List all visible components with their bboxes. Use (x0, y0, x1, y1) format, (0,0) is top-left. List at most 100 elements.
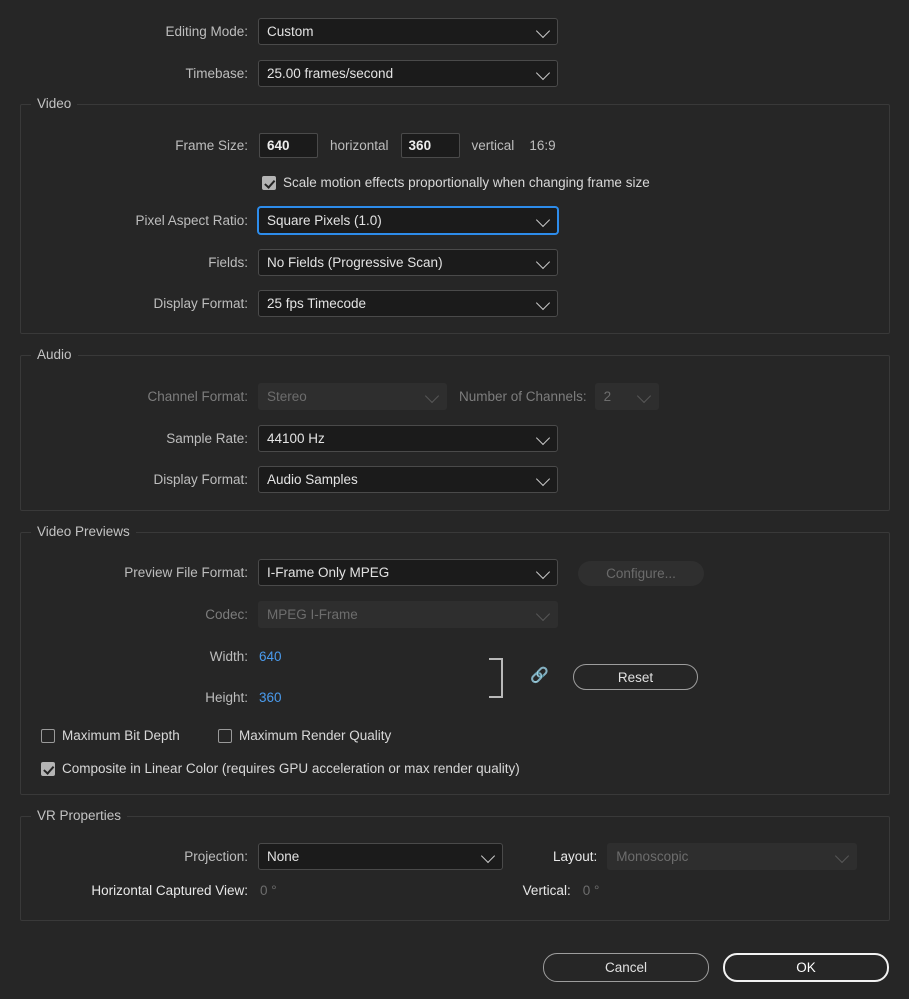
frame-size-horizontal-input[interactable]: 640 (259, 133, 318, 158)
preview-width-label: Width: (0, 649, 248, 664)
cancel-button[interactable]: Cancel (543, 953, 709, 982)
chevron-down-icon (536, 430, 550, 444)
channel-format-value: Stereo (267, 389, 307, 404)
chevron-down-icon (536, 212, 550, 226)
audio-display-format-value: Audio Samples (267, 472, 358, 487)
sample-rate-value: 44100 Hz (267, 431, 325, 446)
layout-value: Monoscopic (616, 849, 688, 864)
chevron-down-icon (536, 295, 550, 309)
chevron-down-icon (536, 23, 550, 37)
vertical-value: 0 ° (583, 883, 600, 898)
audio-display-format-select[interactable]: Audio Samples (258, 466, 558, 493)
chevron-down-icon (835, 848, 849, 862)
pixel-aspect-ratio-value: Square Pixels (1.0) (267, 213, 382, 228)
maximum-bit-depth-checkbox[interactable] (41, 729, 55, 743)
preview-width-row: Width: 640 (0, 649, 282, 664)
timebase-row: Timebase: 25.00 frames/second (0, 60, 565, 87)
preview-file-format-select[interactable]: I-Frame Only MPEG (258, 559, 558, 586)
number-of-channels-value: 2 (604, 389, 612, 404)
preview-width-value[interactable]: 640 (259, 649, 282, 664)
constrain-bracket-icon (489, 658, 503, 698)
scale-motion-effects-checkbox[interactable] (262, 176, 276, 190)
chevron-down-icon (536, 254, 550, 268)
video-display-format-value: 25 fps Timecode (267, 296, 366, 311)
preview-file-format-value: I-Frame Only MPEG (267, 565, 389, 580)
video-display-format-select[interactable]: 25 fps Timecode (258, 290, 558, 317)
chevron-down-icon (536, 564, 550, 578)
editing-mode-value: Custom (267, 24, 314, 39)
chevron-down-icon (425, 388, 439, 402)
video-display-format-row: Display Format: 25 fps Timecode (0, 290, 558, 317)
fields-select[interactable]: No Fields (Progressive Scan) (258, 249, 558, 276)
pixel-aspect-ratio-label: Pixel Aspect Ratio: (0, 213, 248, 228)
timebase-value: 25.00 frames/second (267, 66, 393, 81)
chain-link-icon[interactable]: 🔗 (530, 668, 549, 683)
timebase-select[interactable]: 25.00 frames/second (258, 60, 558, 87)
horizontal-captured-view-row: Horizontal Captured View: 0 ° Vertical: … (0, 883, 599, 898)
layout-select: Monoscopic (607, 843, 857, 870)
horizontal-captured-view-label: Horizontal Captured View: (0, 883, 248, 898)
scale-motion-effects-checkbox-row[interactable]: Scale motion effects proportionally when… (262, 175, 650, 190)
channel-format-select: Stereo (258, 383, 447, 410)
preview-height-row: Height: 360 (0, 690, 282, 705)
scale-motion-effects-label: Scale motion effects proportionally when… (283, 175, 650, 190)
configure-button: Configure... (578, 561, 704, 586)
chevron-down-icon (536, 606, 550, 620)
sample-rate-row: Sample Rate: 44100 Hz (0, 425, 558, 452)
vertical-label: Vertical: (523, 883, 571, 898)
sample-rate-label: Sample Rate: (0, 431, 248, 446)
fields-row: Fields: No Fields (Progressive Scan) (0, 249, 558, 276)
fields-label: Fields: (0, 255, 248, 270)
editing-mode-row: Editing Mode: Custom (0, 18, 565, 45)
chevron-down-icon (536, 471, 550, 485)
audio-display-format-row: Display Format: Audio Samples (0, 466, 558, 493)
chevron-down-icon (536, 65, 550, 79)
video-group-title: Video (31, 96, 77, 111)
preview-height-label: Height: (0, 690, 248, 705)
composite-linear-color-label: Composite in Linear Color (requires GPU … (62, 761, 520, 776)
sample-rate-select[interactable]: 44100 Hz (258, 425, 558, 452)
frame-size-aspect-ratio: 16:9 (529, 138, 555, 153)
fields-value: No Fields (Progressive Scan) (267, 255, 443, 270)
projection-value: None (267, 849, 299, 864)
number-of-channels-select: 2 (595, 383, 659, 410)
codec-label: Codec: (0, 607, 248, 622)
maximum-render-quality-checkbox[interactable] (218, 729, 232, 743)
audio-display-format-label: Display Format: (0, 472, 248, 487)
number-of-channels-label: Number of Channels: (459, 389, 587, 404)
frame-size-label: Frame Size: (0, 138, 248, 153)
layout-label: Layout: (553, 849, 597, 864)
chevron-down-icon (481, 848, 495, 862)
projection-label: Projection: (0, 849, 248, 864)
ok-button[interactable]: OK (723, 953, 889, 982)
pixel-aspect-ratio-select[interactable]: Square Pixels (1.0) (258, 207, 558, 234)
codec-select: MPEG I-Frame (258, 601, 558, 628)
maximum-bit-depth-checkbox-row[interactable]: Maximum Bit Depth (41, 728, 180, 743)
preview-file-format-label: Preview File Format: (0, 565, 248, 580)
timebase-label: Timebase: (0, 66, 248, 81)
channel-format-label: Channel Format: (0, 389, 248, 404)
preview-height-value[interactable]: 360 (259, 690, 282, 705)
video-previews-group-title: Video Previews (31, 524, 136, 539)
reset-button[interactable]: Reset (573, 664, 698, 690)
editing-mode-label: Editing Mode: (0, 24, 248, 39)
horizontal-captured-view-value: 0 ° (260, 883, 277, 898)
preview-file-format-row: Preview File Format: I-Frame Only MPEG (0, 559, 558, 586)
pixel-aspect-ratio-row: Pixel Aspect Ratio: Square Pixels (1.0) (0, 207, 558, 234)
codec-row: Codec: MPEG I-Frame (0, 601, 558, 628)
projection-select[interactable]: None (258, 843, 503, 870)
editing-mode-select[interactable]: Custom (258, 18, 558, 45)
audio-group-title: Audio (31, 347, 78, 362)
codec-value: MPEG I-Frame (267, 607, 358, 622)
projection-row: Projection: None Layout: Monoscopic (0, 843, 857, 870)
frame-size-row: Frame Size: 640 horizontal 360 vertical … (0, 133, 556, 158)
maximum-render-quality-checkbox-row[interactable]: Maximum Render Quality (218, 728, 391, 743)
chevron-down-icon (637, 388, 651, 402)
composite-linear-color-checkbox[interactable] (41, 762, 55, 776)
composite-linear-color-checkbox-row[interactable]: Composite in Linear Color (requires GPU … (41, 761, 520, 776)
vr-properties-group-title: VR Properties (31, 808, 127, 823)
maximum-bit-depth-label: Maximum Bit Depth (62, 728, 180, 743)
frame-size-horizontal-label: horizontal (330, 138, 389, 153)
video-display-format-label: Display Format: (0, 296, 248, 311)
frame-size-vertical-input[interactable]: 360 (401, 133, 460, 158)
